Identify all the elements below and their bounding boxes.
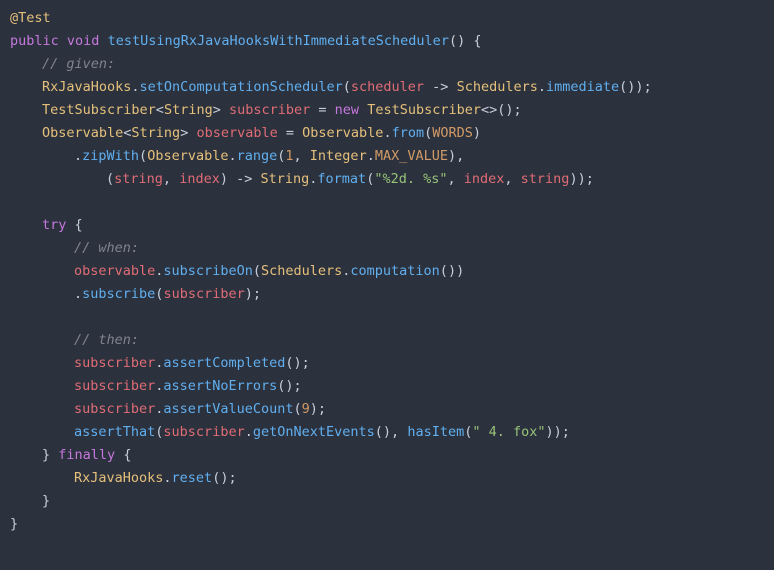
- var-observable: observable: [196, 125, 277, 141]
- const-maxvalue: MAX_VALUE: [375, 148, 448, 164]
- type-testsubscriber: TestSubscriber: [42, 102, 156, 118]
- method-setoncomputationscheduler: setOnComputationScheduler: [140, 79, 343, 95]
- string-fox: " 4. fox": [472, 424, 545, 440]
- method-assertcompleted: assertCompleted: [163, 355, 285, 371]
- comment-when: // when:: [74, 240, 139, 256]
- method-zipwith: zipWith: [82, 148, 139, 164]
- type-rxjavahooks: RxJavaHooks: [42, 79, 131, 95]
- kw-new: new: [335, 102, 359, 118]
- num-one: 1: [285, 148, 293, 164]
- method-name: testUsingRxJavaHooksWithImmediateSchedul…: [108, 33, 449, 49]
- kw-public: public: [10, 33, 59, 49]
- string-format: "%2d. %s": [374, 171, 447, 187]
- method-subscribeon: subscribeOn: [163, 263, 252, 279]
- kw-try: try: [42, 217, 66, 233]
- method-assertthat: assertThat: [74, 424, 155, 440]
- kw-finally: finally: [58, 447, 115, 463]
- type-observable: Observable: [42, 125, 123, 141]
- kw-void: void: [67, 33, 100, 49]
- code-block: @Test public void testUsingRxJavaHooksWit…: [10, 7, 764, 536]
- method-assertnoerrors: assertNoErrors: [163, 378, 277, 394]
- comment-then: // then:: [74, 332, 139, 348]
- comment-given: // given:: [42, 56, 115, 72]
- const-words: WORDS: [432, 125, 473, 141]
- method-assertvaluecount: assertValueCount: [163, 401, 293, 417]
- var-subscriber: subscriber: [229, 102, 310, 118]
- annotation: @Test: [10, 10, 51, 26]
- method-reset: reset: [172, 470, 213, 486]
- method-subscribe: subscribe: [82, 286, 155, 302]
- num-nine: 9: [302, 401, 310, 417]
